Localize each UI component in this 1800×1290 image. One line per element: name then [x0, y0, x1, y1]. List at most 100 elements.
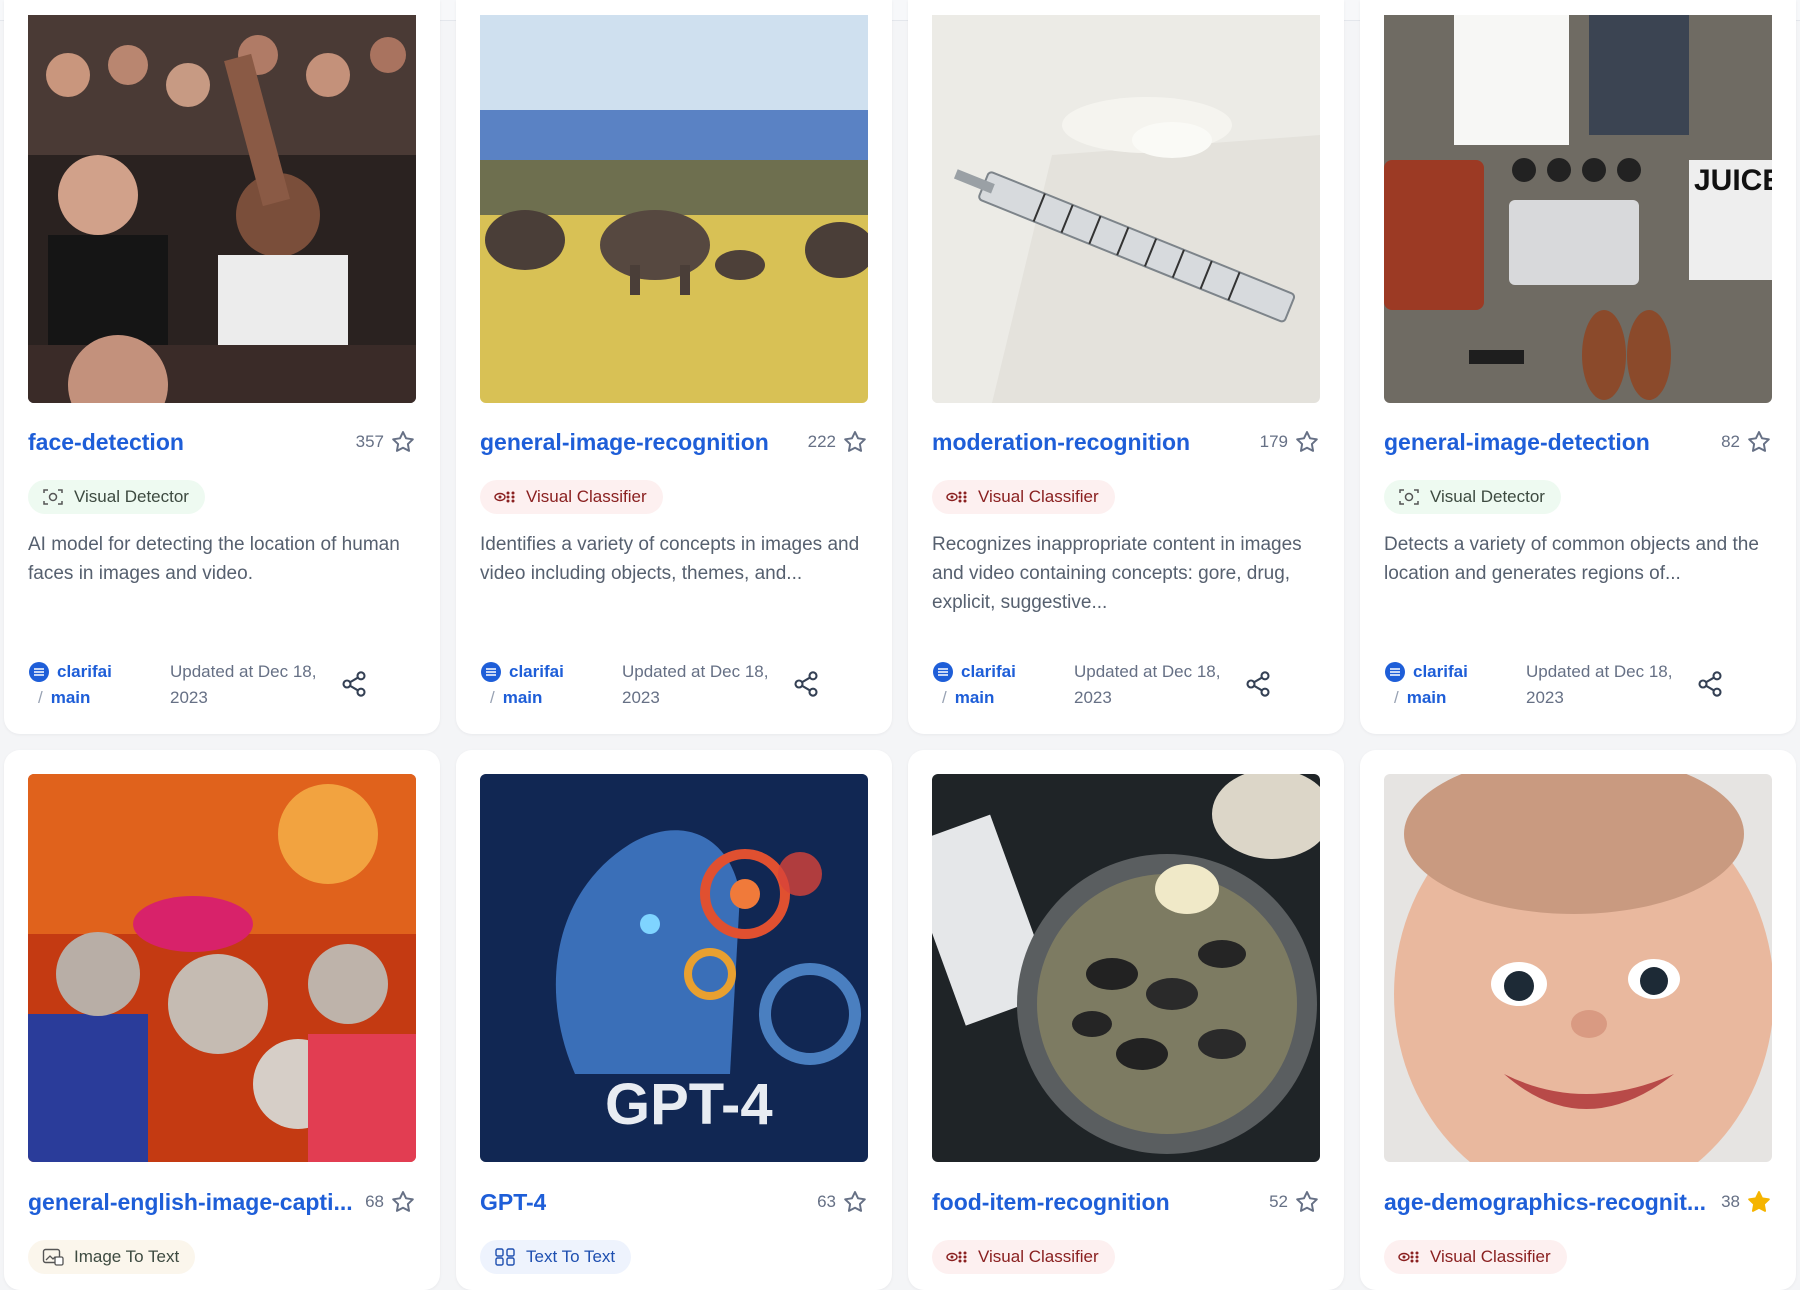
model-thumbnail[interactable] [1384, 774, 1772, 1162]
badge-label: Visual Classifier [978, 1247, 1099, 1266]
model-title[interactable]: age-demographics-recognit... [1384, 1189, 1706, 1216]
badge-label: Text To Text [526, 1247, 616, 1266]
star-icon[interactable] [1294, 1189, 1320, 1215]
owner-app: clarifai / main [932, 659, 1082, 711]
clarifai-logo-icon [1385, 662, 1405, 682]
model-title[interactable]: general-image-detection [1384, 429, 1650, 456]
star-count-value: 68 [365, 1192, 384, 1211]
model-type-badge: Visual Detector [28, 480, 205, 514]
star-count-value: 38 [1721, 1192, 1740, 1211]
star-count-value: 63 [817, 1192, 836, 1211]
model-title[interactable]: general-image-recognition [480, 429, 769, 456]
model-card-moderation-recognition[interactable]: moderation-recognition 179 Visual Classi… [908, 0, 1344, 734]
model-title[interactable]: GPT-4 [480, 1189, 546, 1216]
visual-classifier-icon [946, 491, 967, 503]
model-thumbnail[interactable] [28, 15, 416, 403]
updated-date: Updated at Dec 18, 2023 [1074, 662, 1221, 707]
model-type-badge: Text To Text [480, 1240, 632, 1274]
owner-link[interactable]: clarifai [961, 659, 1016, 685]
model-description: Detects a variety of common objects and … [1384, 534, 1759, 584]
model-title[interactable]: food-item-recognition [932, 1189, 1170, 1216]
badge-label: Visual Detector [74, 487, 189, 506]
star-icon[interactable] [390, 429, 416, 455]
model-card-general-image-recognition[interactable]: general-image-recognition 222 Visual Cla… [456, 0, 892, 734]
badge-label: Image To Text [74, 1247, 180, 1266]
badge-label: Visual Detector [1430, 487, 1545, 506]
model-card-food-item-recognition[interactable]: food-item-recognition 52 Visual Classifi… [908, 750, 1344, 1290]
updated-date: Updated at Dec 18, 2023 [170, 662, 317, 707]
star-count-value: 357 [355, 432, 384, 451]
star-count-value: 222 [807, 432, 836, 451]
app-link[interactable]: main [51, 685, 91, 711]
path-separator: / [490, 688, 495, 707]
text-to-text-icon [495, 1248, 515, 1266]
path-separator: / [38, 688, 43, 707]
star-icon[interactable] [390, 1189, 416, 1215]
visual-classifier-icon [1398, 1251, 1419, 1263]
star-count: 68 [365, 1189, 416, 1215]
share-icon[interactable] [1696, 670, 1724, 698]
model-title[interactable]: general-english-image-capti... [28, 1189, 353, 1216]
clarifai-logo-icon [481, 662, 501, 682]
visual-detector-icon [43, 489, 63, 505]
owner-app: clarifai / main [28, 659, 178, 711]
visual-classifier-icon [946, 1251, 967, 1263]
clarifai-logo-icon [933, 662, 953, 682]
owner-link[interactable]: clarifai [57, 659, 112, 685]
owner-link[interactable]: clarifai [509, 659, 564, 685]
star-count-value: 179 [1259, 432, 1288, 451]
share-icon[interactable] [340, 670, 368, 698]
model-type-badge: Visual Detector [1384, 480, 1561, 514]
model-title[interactable]: face-detection [28, 429, 184, 456]
updated-date: Updated at Dec 18, 2023 [1526, 662, 1673, 707]
star-icon[interactable] [1294, 429, 1320, 455]
model-card-age-demographics-recognition[interactable]: age-demographics-recognit... 38 Visual C… [1360, 750, 1796, 1290]
model-thumbnail[interactable] [932, 15, 1320, 403]
app-link[interactable]: main [1407, 685, 1447, 711]
model-description: Identifies a variety of concepts in imag… [480, 534, 860, 584]
path-separator: / [942, 688, 947, 707]
clarifai-logo-icon [29, 662, 49, 682]
app-link[interactable]: main [503, 685, 543, 711]
model-description: Recognizes inappropriate content in imag… [932, 534, 1302, 613]
model-type-badge: Image To Text [28, 1240, 196, 1274]
star-icon[interactable] [842, 429, 868, 455]
updated-date: Updated at Dec 18, 2023 [622, 662, 769, 707]
model-title[interactable]: moderation-recognition [932, 429, 1190, 456]
badge-label: Visual Classifier [978, 487, 1099, 506]
model-card-face-detection[interactable]: face-detection 357 Visual Detector AI mo… [4, 0, 440, 734]
visual-classifier-icon [494, 491, 515, 503]
image-to-text-icon [42, 1248, 64, 1266]
model-thumbnail[interactable]: GPT-4 [480, 774, 868, 1162]
star-icon[interactable] [1746, 429, 1772, 455]
model-type-badge: Visual Classifier [932, 480, 1115, 514]
model-card-general-image-detection[interactable]: JUICE general-image-detection 82 Visual … [1360, 0, 1796, 734]
model-thumbnail[interactable] [480, 15, 868, 403]
star-count: 82 [1721, 429, 1772, 455]
owner-app: clarifai / main [480, 659, 630, 711]
star-count: 179 [1260, 429, 1320, 455]
model-description: AI model for detecting the location of h… [28, 534, 400, 584]
badge-label: Visual Classifier [1430, 1247, 1551, 1266]
star-filled-icon[interactable] [1746, 1189, 1772, 1215]
owner-link[interactable]: clarifai [1413, 659, 1468, 685]
model-thumbnail[interactable] [28, 774, 416, 1162]
model-type-badge: Visual Classifier [480, 480, 663, 514]
star-count: 38 [1721, 1189, 1772, 1215]
star-count-value: 52 [1269, 1192, 1288, 1211]
model-card-gpt-4[interactable]: GPT-4 GPT-4 63 Text To Text [456, 750, 892, 1290]
share-icon[interactable] [792, 670, 820, 698]
app-link[interactable]: main [955, 685, 995, 711]
model-type-badge: Visual Classifier [932, 1240, 1115, 1274]
model-thumbnail[interactable] [932, 774, 1320, 1162]
star-count-value: 82 [1721, 432, 1740, 451]
model-card-general-english-image-caption[interactable]: general-english-image-capti... 68 Image … [4, 750, 440, 1290]
share-icon[interactable] [1244, 670, 1272, 698]
model-thumbnail[interactable]: JUICE [1384, 15, 1772, 403]
owner-app: clarifai / main [1384, 659, 1534, 711]
star-count: 52 [1269, 1189, 1320, 1215]
star-icon[interactable] [842, 1189, 868, 1215]
magazine-title-text: JUICE [1694, 164, 1772, 197]
star-count: 357 [356, 429, 416, 455]
image-overlay-text: GPT-4 [605, 1072, 773, 1137]
